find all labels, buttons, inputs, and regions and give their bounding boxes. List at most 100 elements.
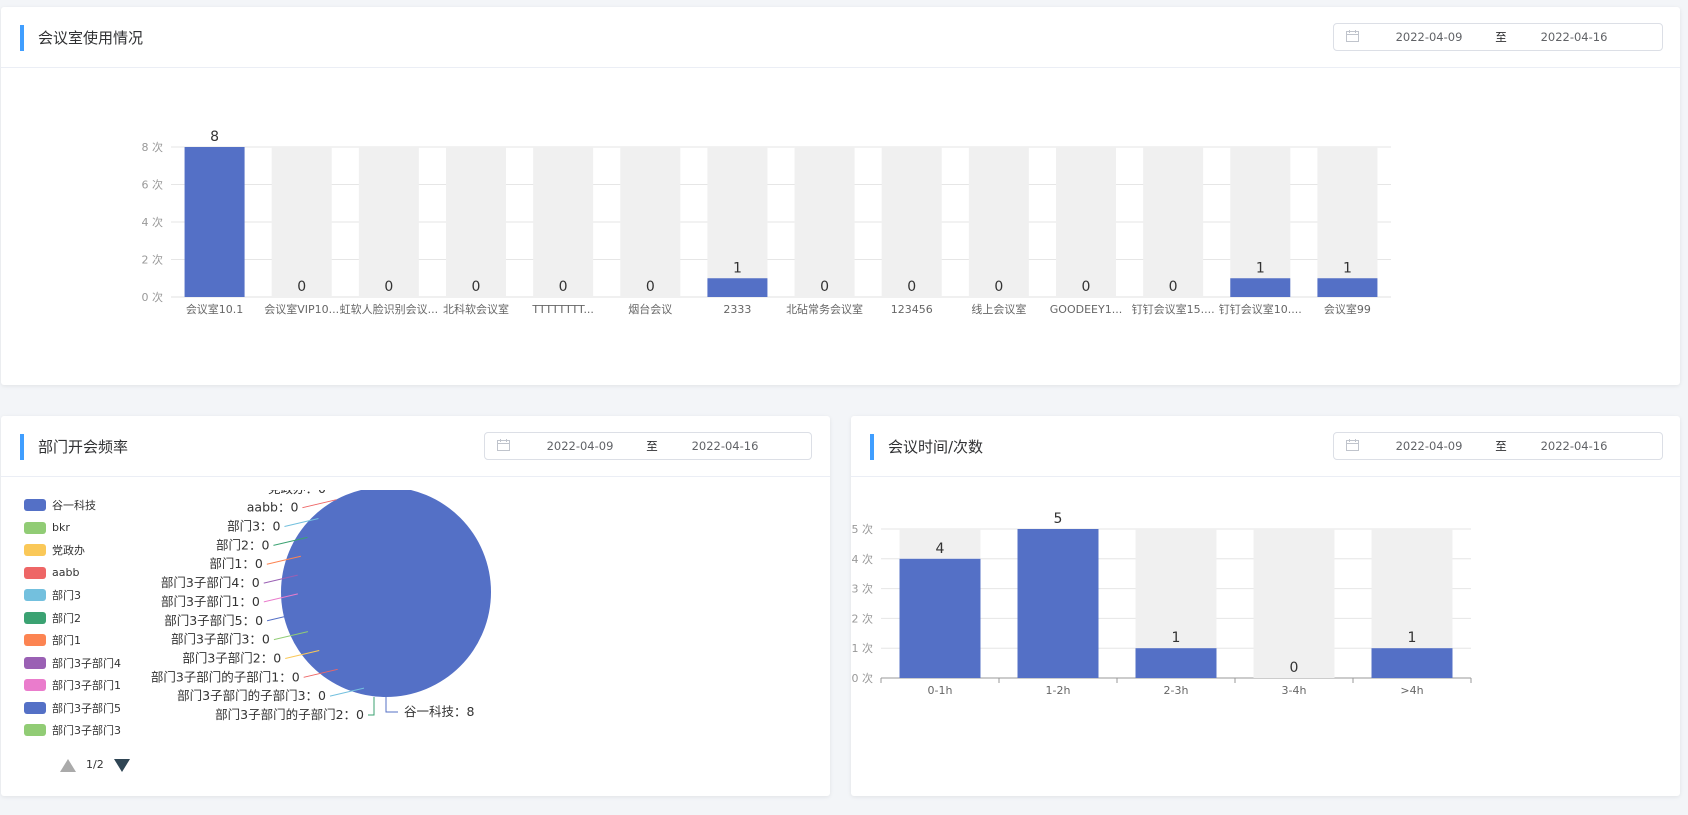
bar-value-label: 5 xyxy=(1054,511,1063,527)
room-usage-card: 会议室使用情况 2022-04-09 至 2022-04-16 0 次 2 次 4 … xyxy=(1,7,1680,385)
bar-value-label: 0 xyxy=(1290,660,1299,676)
y-tick-label: 6 次 xyxy=(142,178,164,192)
bar-value-label: 8 xyxy=(210,129,219,145)
x-tick-label: 会议室VIP10... xyxy=(264,302,339,316)
bar-value-label: 0 xyxy=(994,279,1003,295)
legend-swatch xyxy=(24,611,46,624)
x-tick-label: 0-1h xyxy=(928,684,953,697)
y-tick-label: 4 次 xyxy=(852,552,874,566)
y-tick-label: 8 次 xyxy=(142,140,164,154)
range-separator: 至 xyxy=(1495,439,1507,453)
legend-label: 部门3子部门4 xyxy=(52,656,121,670)
legend-swatch xyxy=(24,656,46,669)
y-tick-label: 2 次 xyxy=(142,253,164,267)
bar[interactable] xyxy=(184,147,245,297)
pie-slice-label: aabb：0 xyxy=(247,500,299,515)
date-range-picker[interactable]: 2022-04-09 至 2022-04-16 xyxy=(1333,432,1663,460)
x-tick-label: 123456 xyxy=(891,303,933,316)
bar[interactable] xyxy=(1371,648,1453,678)
y-tick-label: 5 次 xyxy=(852,522,874,536)
bar-value-label: 1 xyxy=(733,260,742,276)
y-tick-label: 3 次 xyxy=(852,582,874,596)
bar-background xyxy=(968,147,1029,297)
x-tick-label: 线上会议室 xyxy=(971,302,1026,316)
x-tick-label: 烟台会议 xyxy=(628,302,672,316)
bar-value-label: 4 xyxy=(936,541,945,557)
card-title: 部门开会频率 xyxy=(20,434,128,460)
legend-label: 部门3 xyxy=(52,589,81,603)
bar-background xyxy=(446,147,506,297)
bar-background xyxy=(1253,529,1335,678)
x-tick-label: 北砧常务会议室 xyxy=(786,302,863,316)
x-tick-label: 3-4h xyxy=(1282,684,1307,697)
card-title: 会议时间/次数 xyxy=(870,434,983,460)
bar-value-label: 0 xyxy=(646,279,655,295)
bar-background xyxy=(794,147,855,297)
start-date[interactable]: 2022-04-09 xyxy=(520,433,640,459)
dept-pie-chart: 谷一科技：8bkr：0党政办：0aabb：0部门3：0部门2：0部门1：0部门3… xyxy=(151,490,491,722)
y-tick-label: 2 次 xyxy=(852,611,874,625)
date-range-picker[interactable]: 2022-04-09 至 2022-04-16 xyxy=(1333,23,1663,51)
calendar-icon xyxy=(1346,30,1359,42)
legend-label: 部门3子部门5 xyxy=(52,701,121,715)
start-date[interactable]: 2022-04-09 xyxy=(1369,433,1489,459)
pie-slice-label: 部门3子部门的子部门3：0 xyxy=(177,688,326,703)
pie-label-line xyxy=(368,697,375,716)
bar-background xyxy=(881,147,942,297)
bar-value-label: 1 xyxy=(1408,630,1417,646)
bar[interactable] xyxy=(1017,529,1099,678)
legend-label: 部门3子部门1 xyxy=(52,679,121,693)
page-down-icon[interactable] xyxy=(114,759,130,772)
y-tick-label: 1 次 xyxy=(852,641,874,655)
legend-label: 部门3子部门3 xyxy=(52,724,121,738)
legend-swatch xyxy=(24,544,46,557)
calendar-icon xyxy=(497,439,510,451)
legend-swatch xyxy=(24,566,46,579)
legend-label: 部门2 xyxy=(52,611,81,625)
bar-background xyxy=(358,147,419,297)
legend-label: aabb xyxy=(52,566,80,580)
card-header: 会议室使用情况 2022-04-09 至 2022-04-16 xyxy=(1,7,1680,68)
bar-background xyxy=(1143,147,1204,297)
legend-swatch xyxy=(24,589,46,602)
end-date[interactable]: 2022-04-16 xyxy=(1514,433,1634,459)
x-tick-label: 会议室99 xyxy=(1324,302,1371,316)
bar-value-label: 1 xyxy=(1172,630,1181,646)
x-tick-label: 钉钉会议室10.... xyxy=(1219,302,1302,316)
bar-background xyxy=(1056,147,1116,297)
date-range-picker[interactable]: 2022-04-09 至 2022-04-16 xyxy=(484,432,812,460)
card-title: 会议室使用情况 xyxy=(20,25,143,51)
y-tick-label: 4 次 xyxy=(142,215,164,229)
bar[interactable] xyxy=(1317,278,1378,297)
bar-value-label: 1 xyxy=(1343,260,1352,276)
bar-value-label: 0 xyxy=(297,279,306,295)
legend-swatch xyxy=(24,499,46,512)
bar-value-label: 1 xyxy=(1256,260,1265,276)
pie-slice-label: 谷一科技：8 xyxy=(404,704,475,719)
pie-slice-label: 部门2：0 xyxy=(216,537,269,552)
legend-label: 党政办 xyxy=(52,544,85,558)
bar[interactable] xyxy=(1230,278,1291,297)
bar[interactable] xyxy=(1135,648,1217,678)
bar[interactable] xyxy=(899,558,981,678)
x-tick-label: 1-2h xyxy=(1046,684,1071,697)
y-tick-label: 0 次 xyxy=(142,290,164,304)
bar[interactable] xyxy=(707,278,768,297)
legend-swatch xyxy=(24,701,46,714)
page-up-icon[interactable] xyxy=(60,759,76,772)
card-header: 部门开会频率 2022-04-09 至 2022-04-16 xyxy=(1,416,830,477)
end-date[interactable]: 2022-04-16 xyxy=(1514,24,1634,50)
legend-swatch xyxy=(24,521,46,534)
bar-value-label: 0 xyxy=(820,279,829,295)
bar-value-label: 0 xyxy=(1169,279,1178,295)
legend-swatch xyxy=(24,634,46,647)
end-date[interactable]: 2022-04-16 xyxy=(665,433,785,459)
card-header: 会议时间/次数 2022-04-09 至 2022-04-16 xyxy=(851,416,1680,477)
legend-label: bkr xyxy=(52,521,70,535)
pie-slice[interactable] xyxy=(281,490,491,697)
bar-background xyxy=(271,147,332,297)
x-tick-label: 北科软会议室 xyxy=(443,302,509,316)
pie-label-line xyxy=(385,697,398,713)
start-date[interactable]: 2022-04-09 xyxy=(1369,24,1489,50)
meeting-time-bar-chart: 0 次 1 次 2 次 3 次 4 次 5 次 4 0-1h 5 1-2h 1 2-3h 0 3-4h 1 >… xyxy=(852,511,1472,697)
